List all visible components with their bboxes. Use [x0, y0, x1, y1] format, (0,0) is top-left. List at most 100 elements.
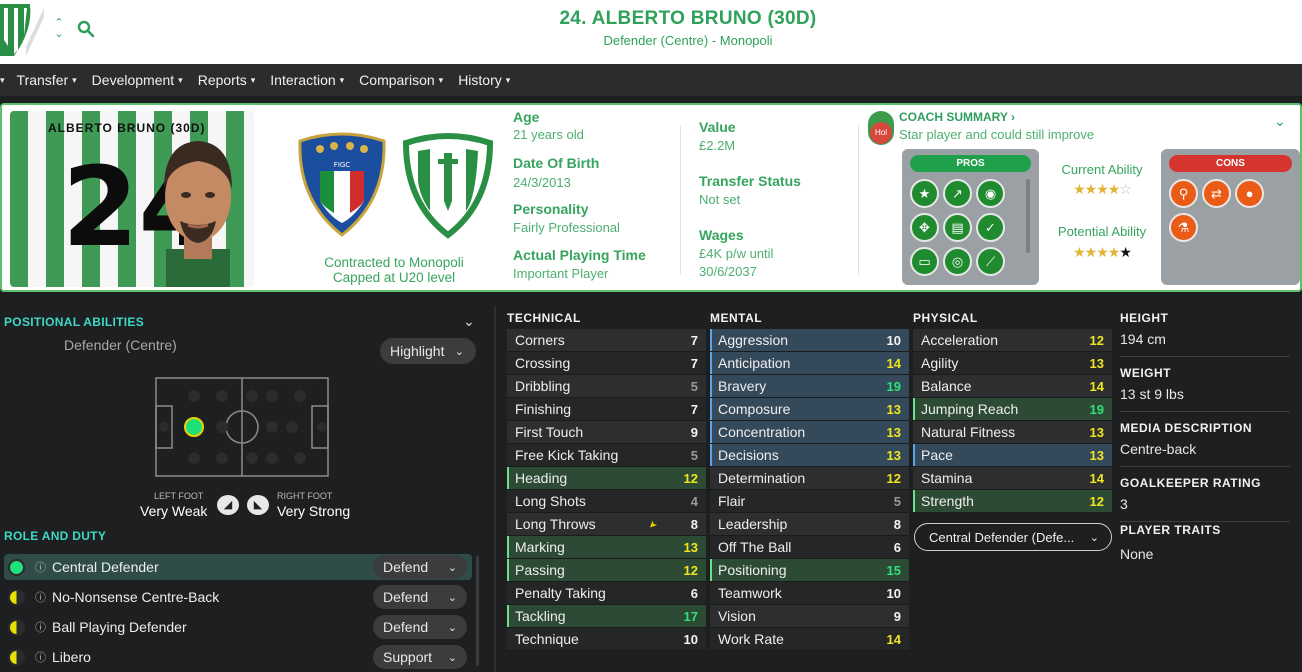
trend-up-icon[interactable]: ↗: [943, 179, 972, 208]
attribute-row-determination[interactable]: Determination 12: [710, 467, 909, 490]
swap-icon[interactable]: ⇄: [1202, 179, 1231, 208]
duty-label: Defend: [383, 559, 429, 575]
pitch-icon[interactable]: ▭: [910, 247, 939, 276]
right-foot-value: Very Strong: [277, 503, 351, 519]
positional-collapse-icon[interactable]: ⌄: [463, 313, 475, 330]
attribute-row-penalty-taking[interactable]: Penalty Taking 6: [507, 582, 706, 605]
dob-label: Date Of Birth: [513, 155, 600, 171]
attribute-row-decisions[interactable]: Decisions 13: [710, 444, 909, 467]
attribute-row-off-the-ball[interactable]: Off The Ball 6: [710, 536, 909, 559]
attribute-row-work-rate[interactable]: Work Rate 14: [710, 628, 909, 651]
attribute-value: 13: [1089, 447, 1104, 463]
attribute-row-technique[interactable]: Technique 10: [507, 628, 706, 651]
attribute-row-marking[interactable]: Marking 13: [507, 536, 706, 559]
attribute-row-strength[interactable]: Strength 12: [913, 490, 1112, 513]
attribute-row-pace[interactable]: Pace 13: [913, 444, 1112, 467]
attribute-row-composure[interactable]: Composure 13: [710, 398, 909, 421]
attribute-row-long-throws[interactable]: Long Throws ➤ 8: [507, 513, 706, 536]
ball-kick-icon[interactable]: ●: [1235, 179, 1264, 208]
wages-label: Wages: [699, 227, 744, 243]
attribute-row-anticipation[interactable]: Anticipation 14: [710, 352, 909, 375]
collapse-chevron-icon[interactable]: ⌄: [1274, 113, 1286, 130]
attribute-row-natural-fitness[interactable]: Natural Fitness 13: [913, 421, 1112, 444]
player-traits-value: None: [1120, 546, 1154, 562]
checklist-icon[interactable]: ✓: [976, 213, 1005, 242]
nav-item-comparison[interactable]: Comparison ▾: [359, 72, 443, 88]
attribute-row-corners[interactable]: Corners 7: [507, 329, 706, 352]
attribute-value: 19: [886, 378, 901, 394]
attribute-row-bravery[interactable]: Bravery 19: [710, 375, 909, 398]
page-title: 24. ALBERTO BRUNO (30D): [559, 8, 817, 29]
nav-item-history[interactable]: History ▾: [458, 72, 510, 88]
height-label: HEIGHT: [1120, 311, 1169, 325]
technical-title: TECHNICAL: [507, 311, 581, 325]
coach-avatar[interactable]: Hol: [868, 111, 894, 145]
info-icon[interactable]: ⓘ: [35, 619, 46, 635]
attribute-value: 13: [683, 539, 698, 555]
attribute-row-flair[interactable]: Flair 5: [710, 490, 909, 513]
info-icon[interactable]: ⓘ: [35, 559, 46, 575]
tactics-icon[interactable]: ✥: [910, 213, 939, 242]
attribute-row-first-touch[interactable]: First Touch 9: [507, 421, 706, 444]
attribute-row-free-kick-taking[interactable]: Free Kick Taking 5: [507, 444, 706, 467]
age-label: Age: [513, 109, 540, 125]
info-icon[interactable]: ⓘ: [35, 649, 46, 665]
attribute-row-positioning[interactable]: Positioning 15: [710, 559, 909, 582]
attribute-name: Anticipation: [718, 355, 791, 371]
roles-scrollbar[interactable]: [476, 556, 479, 666]
attribute-row-stamina[interactable]: Stamina 14: [913, 467, 1112, 490]
report-icon[interactable]: ▤: [943, 213, 972, 242]
attribute-value: 8: [893, 516, 901, 532]
attribute-row-long-shots[interactable]: Long Shots 4: [507, 490, 706, 513]
attribute-role-dropdown[interactable]: Central Defender (Defe... ⌄: [914, 523, 1112, 551]
duty-dropdown[interactable]: Support ⌄: [373, 645, 467, 669]
flask-icon[interactable]: ⚗: [1169, 213, 1198, 242]
divider: [1120, 356, 1290, 357]
attribute-row-aggression[interactable]: Aggression 10: [710, 329, 909, 352]
divider: [1120, 521, 1290, 522]
attribute-row-dribbling[interactable]: Dribbling 5: [507, 375, 706, 398]
duty-dropdown[interactable]: Defend ⌄: [373, 555, 467, 579]
brain-icon[interactable]: ◉: [976, 179, 1005, 208]
attribute-row-leadership[interactable]: Leadership 8: [710, 513, 909, 536]
attribute-row-agility[interactable]: Agility 13: [913, 352, 1112, 375]
trend-arrow-icon: ➤: [645, 517, 660, 531]
attribute-row-passing[interactable]: Passing 12: [507, 559, 706, 582]
info-icon[interactable]: ⓘ: [35, 589, 46, 605]
attribute-row-teamwork[interactable]: Teamwork 10: [710, 582, 909, 605]
role-suitability-icon: [8, 618, 25, 636]
player-header: ⌃ ⌄ 24. ALBERTO BRUNO (30D) Defender (Cen…: [0, 0, 1302, 64]
role-duty-title: ROLE AND DUTY: [4, 529, 107, 543]
attribute-name: Aggression: [718, 332, 789, 348]
star-icon[interactable]: ★: [910, 179, 939, 208]
attribute-row-concentration[interactable]: Concentration 13: [710, 421, 909, 444]
duty-dropdown[interactable]: Defend ⌄: [373, 585, 467, 609]
attribute-row-vision[interactable]: Vision 9: [710, 605, 909, 628]
nav-item-development[interactable]: Development ▾: [92, 72, 183, 88]
nav-item-reports[interactable]: Reports ▾: [198, 72, 256, 88]
goalkeeper-rating-value: 3: [1120, 496, 1128, 512]
target-icon[interactable]: ◎: [943, 247, 972, 276]
chevron-down-icon: ⌄: [447, 591, 457, 604]
nav-item-interaction[interactable]: Interaction ▾: [270, 72, 344, 88]
attribute-row-tackling[interactable]: Tackling 17: [507, 605, 706, 628]
foot-icon[interactable]: ⚲: [1169, 179, 1198, 208]
attribute-name: Teamwork: [718, 585, 782, 601]
attribute-value: 6: [893, 539, 901, 555]
duty-dropdown[interactable]: Defend ⌄: [373, 615, 467, 639]
bandage-icon[interactable]: ⟋: [976, 247, 1005, 276]
attribute-row-balance[interactable]: Balance 14: [913, 375, 1112, 398]
attribute-value: 7: [690, 355, 698, 371]
pros-scrollbar[interactable]: [1026, 179, 1030, 253]
highlight-dropdown[interactable]: Highlight ⌄: [380, 338, 476, 364]
nav-overflow-dropdown[interactable]: ▾: [0, 72, 5, 88]
attribute-row-heading[interactable]: Heading 12: [507, 467, 706, 490]
attribute-row-acceleration[interactable]: Acceleration 12: [913, 329, 1112, 352]
coach-summary-link[interactable]: COACH SUMMARY ›: [899, 110, 1015, 124]
nav-item-transfer[interactable]: Transfer ▾: [17, 72, 77, 88]
attribute-row-jumping-reach[interactable]: Jumping Reach 19: [913, 398, 1112, 421]
attribute-row-finishing[interactable]: Finishing 7: [507, 398, 706, 421]
attribute-row-crossing[interactable]: Crossing 7: [507, 352, 706, 375]
position-pitch-map: [155, 377, 329, 477]
attribute-name: Heading: [515, 470, 568, 486]
